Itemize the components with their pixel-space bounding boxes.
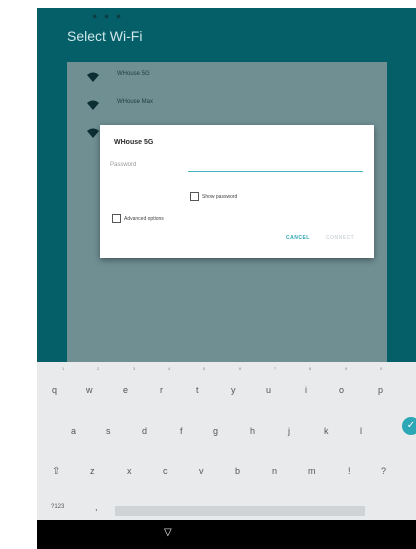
dialog-title: WHouse 5G — [114, 139, 154, 146]
on-screen-keyboard: 1 2 3 4 5 6 7 8 9 0 q w e r t y u i o p … — [37, 362, 416, 520]
key-hint: 4 — [168, 366, 171, 371]
status-bar: ● ● ● — [37, 8, 416, 22]
password-label: Password — [110, 162, 137, 168]
key-c[interactable]: c — [163, 466, 168, 476]
shift-icon[interactable]: ⇧ — [52, 466, 60, 477]
wifi-item-whouse-5g[interactable]: WHouse 5G — [67, 64, 387, 92]
key-g[interactable]: g — [213, 426, 218, 436]
key-p[interactable]: p — [378, 385, 383, 395]
show-password-checkbox[interactable] — [190, 192, 199, 201]
page-title: Select Wi-Fi — [67, 28, 143, 44]
key-e[interactable]: e — [123, 385, 128, 395]
key-hint: 9 — [345, 366, 348, 371]
key-b[interactable]: b — [235, 466, 240, 476]
key-exclamation[interactable]: ! — [348, 466, 351, 476]
key-u[interactable]: u — [266, 385, 271, 395]
cancel-button[interactable]: CANCEL — [286, 235, 310, 241]
navigation-bar: ▽ — [37, 520, 416, 549]
key-f[interactable]: f — [180, 426, 183, 436]
key-hint: 0 — [380, 366, 383, 371]
wifi-item-whouse-max[interactable]: WHouse Max — [67, 92, 387, 120]
key-hint: 2 — [97, 366, 100, 371]
key-t[interactable]: t — [196, 385, 199, 395]
key-h[interactable]: h — [250, 426, 255, 436]
status-icons: ● ● ● — [92, 11, 124, 21]
key-w[interactable]: w — [86, 385, 93, 395]
back-triangle-icon[interactable]: ▽ — [164, 527, 172, 538]
wifi-lock-icon — [87, 72, 99, 82]
advanced-options-checkbox[interactable] — [112, 214, 121, 223]
key-a[interactable]: a — [71, 426, 76, 436]
key-r[interactable]: r — [160, 385, 163, 395]
key-l[interactable]: l — [360, 426, 362, 436]
key-hint: 7 — [274, 366, 277, 371]
comma-key[interactable]: , — [95, 502, 98, 512]
check-icon: ✓ — [406, 420, 416, 431]
password-dialog: WHouse 5G Password Show password Advance… — [100, 125, 374, 258]
key-hint: 1 — [62, 366, 65, 371]
wifi-item-label: WHouse Max — [117, 99, 154, 105]
password-input[interactable] — [188, 159, 363, 172]
enter-key[interactable]: ✓ — [402, 417, 416, 435]
key-question[interactable]: ? — [381, 466, 386, 476]
key-x[interactable]: x — [127, 466, 132, 476]
key-s[interactable]: s — [106, 426, 111, 436]
wifi-item-label: WHouse 5G — [117, 71, 150, 77]
device-screen: ● ● ● Select Wi-Fi WHouse 5G WHouse Max … — [37, 8, 416, 549]
symbols-key[interactable]: ?123 — [51, 504, 64, 510]
key-n[interactable]: n — [272, 466, 277, 476]
show-password-label: Show password — [202, 194, 238, 200]
key-i[interactable]: i — [305, 385, 307, 395]
key-z[interactable]: z — [90, 466, 95, 476]
key-d[interactable]: d — [142, 426, 147, 436]
key-y[interactable]: y — [231, 385, 236, 395]
key-o[interactable]: o — [339, 385, 344, 395]
key-j[interactable]: j — [288, 426, 290, 436]
connect-button[interactable]: CONNECT — [326, 235, 354, 241]
space-bar[interactable] — [115, 506, 365, 516]
key-hint: 3 — [133, 366, 136, 371]
key-m[interactable]: m — [308, 466, 316, 476]
key-q[interactable]: q — [52, 385, 57, 395]
key-hint: 5 — [203, 366, 206, 371]
key-hint: 8 — [309, 366, 312, 371]
key-v[interactable]: v — [199, 466, 204, 476]
wifi-icon — [87, 128, 99, 138]
wifi-lock-icon — [87, 100, 99, 110]
key-k[interactable]: k — [324, 426, 329, 436]
key-hint: 6 — [239, 366, 242, 371]
advanced-options-label: Advanced options — [124, 216, 164, 222]
